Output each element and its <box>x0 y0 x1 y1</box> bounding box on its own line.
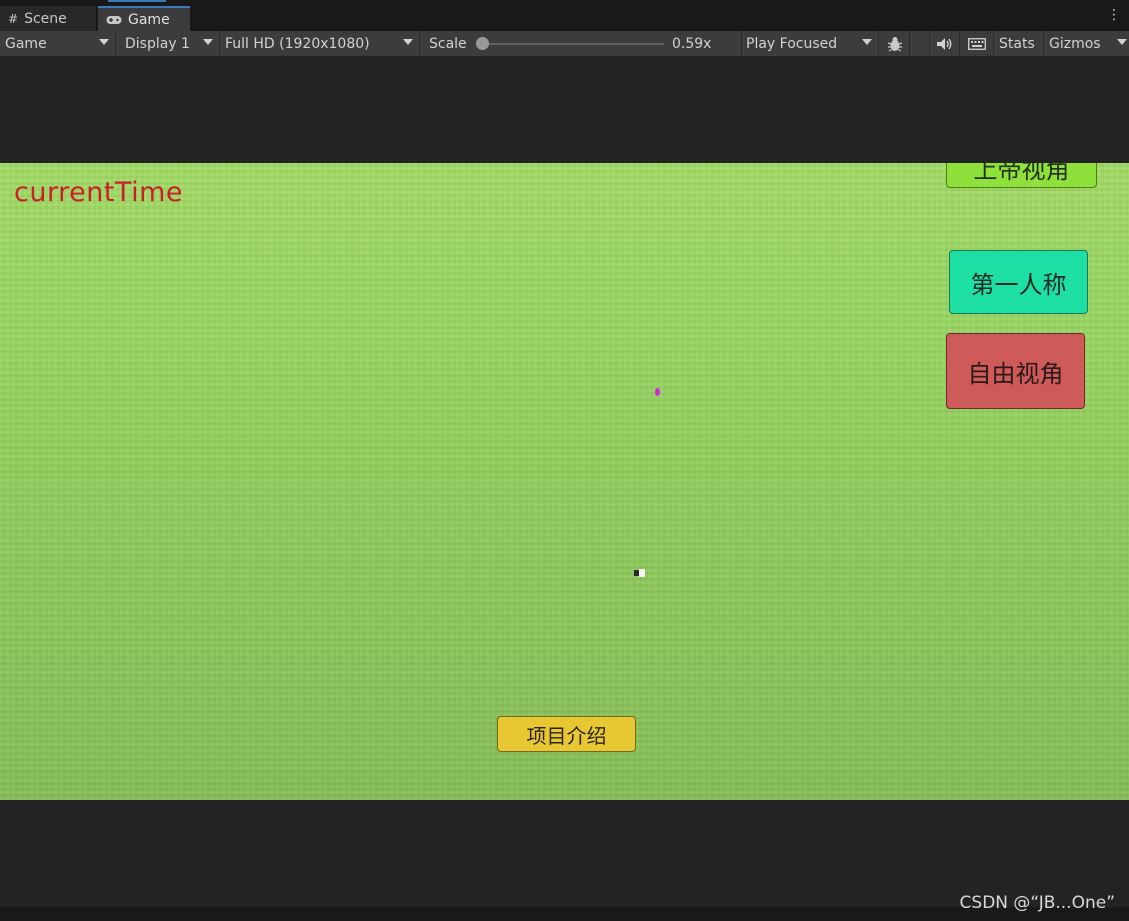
game-viewport[interactable]: currentTime 上帝视角 第一人称 自由视角 项目介绍 <box>0 163 1129 800</box>
stats-button[interactable]: Stats <box>994 31 1044 56</box>
view-mode-label: Game <box>5 35 47 52</box>
chevron-down-icon <box>862 39 872 45</box>
distant-cube-object <box>634 569 645 577</box>
stats-label: Stats <box>999 35 1035 52</box>
magenta-object <box>655 388 660 396</box>
gizmos-dropdown[interactable]: Gizmos <box>1044 31 1129 56</box>
debug-button[interactable] <box>880 31 910 56</box>
scale-label: Scale <box>429 35 467 52</box>
viewport-letterbox-top <box>0 57 1129 163</box>
grid-icon: # <box>8 11 19 26</box>
chevron-down-icon <box>203 39 213 45</box>
view-mode-dropdown[interactable]: Game <box>0 31 116 56</box>
chevron-down-icon <box>99 39 109 45</box>
scale-value: 0.59x <box>672 35 712 52</box>
resolution-label: Full HD (1920x1080) <box>225 35 370 52</box>
tab-bar-accent <box>108 0 166 2</box>
god-view-button[interactable]: 上帝视角 <box>946 163 1097 188</box>
game-toolbar: Game Display 1 Full HD (1920x1080) Scale… <box>0 31 1129 57</box>
gizmos-label: Gizmos <box>1049 35 1101 52</box>
shortcuts-button[interactable] <box>960 31 994 56</box>
keyboard-icon <box>968 37 986 50</box>
scale-slider-handle[interactable] <box>476 37 489 50</box>
gamepad-icon <box>106 15 122 24</box>
resolution-dropdown[interactable]: Full HD (1920x1080) <box>220 31 420 56</box>
editor-tab-bar: # Scene Game ⋮ <box>0 0 1129 31</box>
toolbar-spacer <box>910 31 930 56</box>
tab-scene[interactable]: # Scene <box>0 6 96 31</box>
tab-scene-label: Scene <box>24 10 67 27</box>
tab-game-label: Game <box>128 11 170 28</box>
first-person-button[interactable]: 第一人称 <box>949 250 1088 314</box>
cube-light-side <box>639 569 645 577</box>
chevron-down-icon <box>403 39 413 45</box>
tab-game[interactable]: Game <box>98 6 190 31</box>
play-mode-dropdown[interactable]: Play Focused <box>741 31 879 56</box>
speaker-icon <box>937 37 952 50</box>
bug-icon <box>887 36 903 52</box>
display-dropdown[interactable]: Display 1 <box>120 31 220 56</box>
watermark-text: CSDN @“JB...One” <box>959 893 1115 913</box>
more-options-icon[interactable]: ⋮ <box>1107 8 1121 22</box>
scale-slider-track[interactable] <box>482 43 664 45</box>
current-time-text: currentTime <box>14 177 183 208</box>
display-label: Display 1 <box>125 35 190 52</box>
mute-audio-button[interactable] <box>930 31 960 56</box>
project-intro-button[interactable]: 项目介绍 <box>497 716 636 752</box>
play-mode-label: Play Focused <box>746 35 838 52</box>
viewport-letterbox-bottom <box>0 800 1129 907</box>
free-view-button[interactable]: 自由视角 <box>946 333 1085 409</box>
chevron-down-icon <box>1117 39 1127 45</box>
